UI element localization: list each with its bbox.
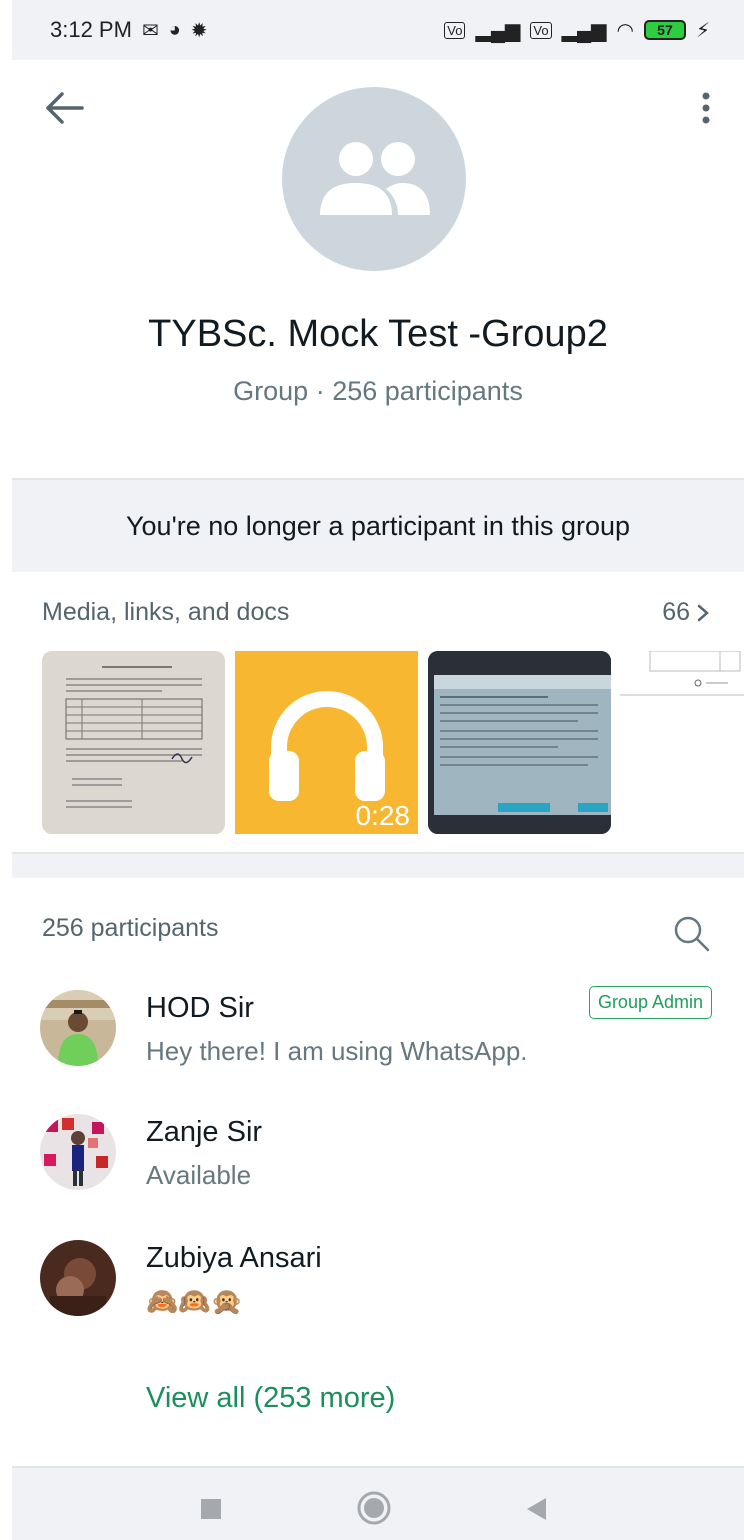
document-preview — [42, 651, 225, 834]
back-arrow-icon[interactable] — [42, 88, 86, 128]
media-thumbnail-screenshot[interactable] — [428, 651, 611, 834]
group-avatar[interactable] — [282, 87, 466, 271]
status-bar-left: 3:12 PM ✉ ◕ ✹ — [50, 17, 208, 43]
participant-row[interactable]: HOD Sir Hey there! I am using WhatsApp. … — [12, 986, 744, 1100]
view-all-participants-link[interactable]: View all (253 more) — [146, 1382, 395, 1415]
participant-name: Zanje Sir — [146, 1116, 263, 1148]
system-navigation-bar — [12, 1466, 744, 1540]
not-participant-notice: You're no longer a participant in this g… — [12, 478, 744, 572]
notice-text: You're no longer a participant in this g… — [126, 510, 630, 541]
media-count: 66 — [662, 598, 690, 626]
group-info-header: TYBSc. Mock Test -Group2 Group · 256 par… — [12, 60, 744, 478]
avatar[interactable] — [40, 990, 116, 1066]
mail-icon: ✉ — [141, 19, 159, 42]
status-bar: 3:12 PM ✉ ◕ ✹ Vo ▂▄▆ Vo ▂▄▆ ◠ 57 ⚡ — [12, 0, 744, 60]
avatar[interactable] — [40, 1114, 116, 1190]
group-icon — [320, 142, 430, 215]
more-options-icon[interactable] — [696, 90, 716, 130]
data-saver-icon: ◕ — [168, 18, 181, 41]
group-name: TYBSc. Mock Test -Group2 — [148, 313, 608, 355]
search-icon[interactable] — [672, 914, 712, 954]
settings-icon: ✹ — [190, 19, 208, 42]
volte-icon: Vo — [444, 21, 466, 39]
media-thumbnail-audio[interactable]: 0:28 — [235, 651, 418, 834]
signal-icon: ▂▄▆ — [561, 19, 607, 42]
media-thumbnail-document[interactable] — [42, 651, 225, 834]
signal-icon: ▂▄▆ — [475, 19, 521, 42]
participant-name: HOD Sir — [146, 992, 254, 1024]
media-count-link[interactable]: 66 — [662, 598, 710, 627]
media-thumbnail-partial[interactable] — [620, 651, 744, 834]
media-title[interactable]: Media, links, and docs — [42, 598, 289, 627]
avatar-photo — [40, 1240, 116, 1316]
audio-duration: 0:28 — [355, 800, 411, 831]
participant-status: Available — [146, 1160, 252, 1190]
media-section: Media, links, and docs 66 0:28 — [12, 572, 744, 852]
back-triangle-icon[interactable] — [524, 1496, 548, 1522]
participant-status: 🙈🙉🙊 — [146, 1286, 244, 1316]
home-icon[interactable] — [356, 1490, 392, 1526]
participant-row[interactable]: Zubiya Ansari 🙈🙉🙊 — [12, 1240, 744, 1350]
status-bar-right: Vo ▂▄▆ Vo ▂▄▆ ◠ 57 ⚡ — [444, 18, 710, 43]
participant-row[interactable]: Zanje Sir Available — [12, 1114, 744, 1224]
recents-icon[interactable] — [200, 1498, 222, 1520]
battery-icon: 57 — [643, 20, 686, 40]
avatar-photo — [40, 1114, 116, 1190]
table-preview — [620, 651, 744, 696]
group-subtitle: Group · 256 participants — [233, 376, 523, 406]
charging-icon: ⚡ — [695, 19, 710, 42]
avatar-photo — [40, 990, 116, 1066]
chevron-right-icon — [697, 604, 709, 621]
avatar[interactable] — [40, 1240, 116, 1316]
screenshot-preview — [428, 651, 611, 834]
group-admin-badge: Group Admin — [588, 986, 712, 1019]
wifi-icon: ◠ — [616, 19, 634, 42]
participants-section: 256 participants HOD Sir Hey there! I am… — [12, 878, 744, 1466]
status-time: 3:12 PM — [50, 17, 132, 42]
participant-name: Zubiya Ansari — [146, 1242, 322, 1274]
participants-title: 256 participants — [42, 914, 219, 942]
volte-icon: Vo — [530, 21, 552, 39]
section-divider — [12, 852, 744, 878]
participant-status: Hey there! I am using WhatsApp. — [146, 1036, 528, 1066]
